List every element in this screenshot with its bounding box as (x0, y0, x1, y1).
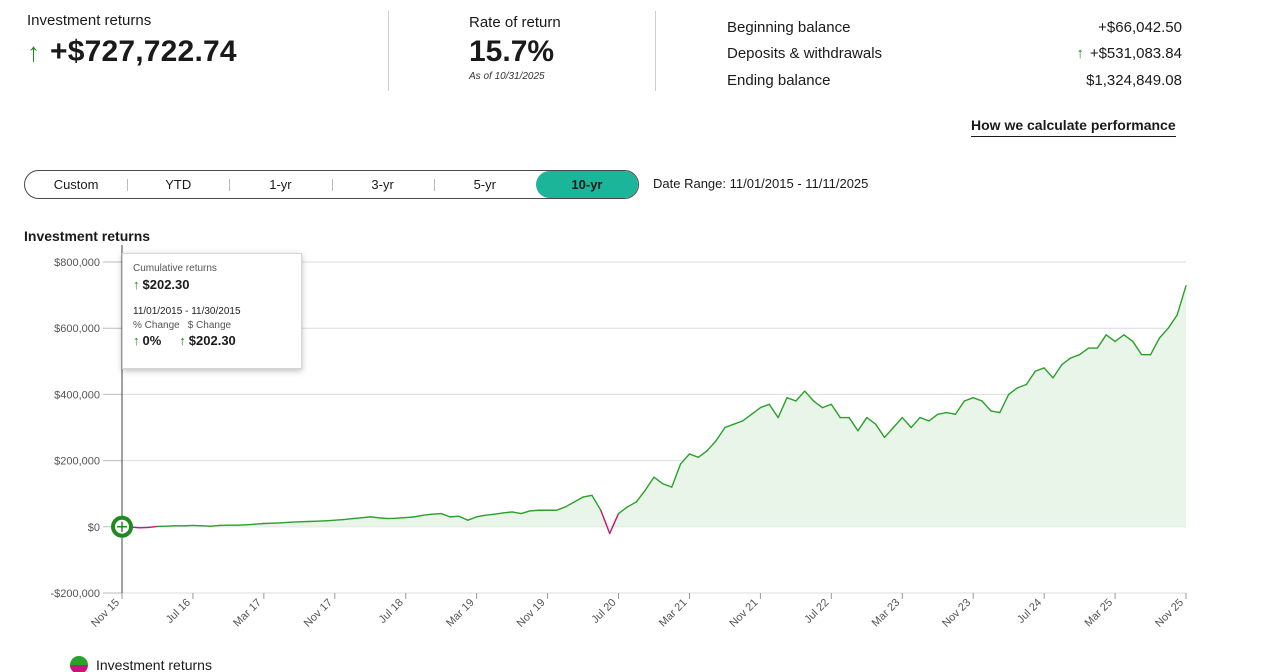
x-tick-label: Mar 17 (231, 597, 264, 630)
y-tick-label: $400,000 (54, 389, 100, 401)
tooltip-pct-change-value: 0% (142, 333, 162, 348)
deposits-withdrawals-value: +$531,083.84 (1089, 45, 1182, 63)
tooltip-cumulative-label: Cumulative returns (133, 263, 217, 274)
series-line-segment (449, 515, 460, 518)
beginning-balance-label: Beginning balance (727, 18, 851, 36)
x-tick-label: Mar 21 (657, 597, 690, 630)
x-tick-label: Jul 24 (1015, 597, 1044, 626)
x-tick-label: Nov 19 (515, 597, 548, 630)
x-tick-label: Nov 25 (1153, 597, 1186, 630)
y-tick-label: -$200,000 (50, 588, 100, 600)
series-line-segment (369, 516, 380, 519)
tooltip-dollar-change-value: $202.30 (188, 333, 236, 348)
x-tick-label: Nov 21 (727, 597, 760, 630)
up-arrow-icon: ↑ (133, 277, 140, 292)
series-line-segment (405, 516, 416, 519)
date-range-label: Date Range: 11/01/2015 - 11/11/2025 (653, 176, 869, 191)
series-line-segment (334, 518, 345, 521)
y-tick-label: $800,000 (54, 257, 100, 269)
deposits-withdrawals-label: Deposits & withdrawals (727, 45, 883, 63)
series-line-segment (147, 525, 159, 529)
range-custom-button[interactable]: Custom (25, 171, 127, 198)
summary-header: Investment returns ↑ +$727,722.74 Rate o… (0, 0, 1280, 100)
x-tick-label: Jul 16 (164, 597, 193, 626)
investment-returns-label: Investment returns (27, 12, 152, 29)
range-5yr-button[interactable]: 5-yr (433, 171, 536, 198)
chart-title: Investment returns (24, 228, 151, 244)
divider (388, 11, 389, 91)
y-tick-label: $200,000 (54, 456, 100, 468)
series-line-segment (396, 516, 407, 519)
range-1yr-button[interactable]: 1-yr (229, 171, 331, 198)
investment-returns-summary: Investment returns ↑ +$727,722.74 (27, 12, 237, 69)
series-line-segment (351, 517, 363, 520)
tooltip-dollar-change-label: $ Change (187, 320, 232, 331)
beginning-balance-row: Beginning balance +$66,042.50 (727, 14, 1182, 41)
ending-balance-label: Ending balance (727, 71, 831, 89)
series-line-segment (422, 513, 434, 516)
series-line-segment (378, 517, 389, 520)
ending-balance-row: Ending balance $1,324,849.08 (727, 67, 1182, 94)
series-line-segment (360, 516, 371, 519)
chart-legend[interactable]: Investment returns (70, 656, 212, 672)
tooltip-pct-change-label: % Change (133, 320, 180, 331)
series-line-segment (502, 511, 513, 514)
range-10yr-button[interactable]: 10-yr (535, 171, 638, 198)
up-arrow-icon: ↑ (179, 333, 186, 348)
rate-as-of-date: As of 10/31/2025 (469, 71, 545, 82)
series-line-segment (280, 521, 292, 524)
tooltip-cumulative-value: $202.30 (142, 277, 190, 292)
y-tick-label: $600,000 (54, 323, 100, 335)
x-tick-label: Jul 22 (802, 597, 831, 626)
up-arrow-icon: ↑ (1076, 45, 1084, 63)
up-arrow-icon: ↑ (133, 333, 140, 348)
rate-of-return-summary: Rate of return 15.7% As of 10/31/2025 (469, 14, 561, 82)
x-tick-label: Nov 17 (302, 597, 335, 630)
x-tick-label: Jul 18 (377, 597, 406, 626)
deposits-withdrawals-row: Deposits & withdrawals ↑ +$531,083.84 (727, 41, 1182, 68)
investment-returns-value: +$727,722.74 (50, 35, 237, 68)
series-line-segment (342, 517, 354, 521)
up-arrow-icon: ↑ (27, 37, 40, 67)
rate-of-return-value: 15.7% (469, 35, 555, 68)
x-tick-label: Jul 20 (589, 597, 618, 626)
series-line-segment (209, 524, 221, 527)
chart-tooltip: Cumulative returns ↑ $202.30 11/01/2015 … (122, 253, 302, 369)
rate-of-return-label: Rate of return (469, 14, 561, 31)
x-tick-label: Nov 23 (940, 597, 973, 630)
x-tick-label: Mar 23 (870, 597, 903, 630)
x-tick-label: Mar 19 (444, 597, 477, 630)
series-line-segment (254, 522, 265, 525)
how-we-calculate-link[interactable]: How we calculate performance (971, 117, 1176, 137)
y-tick-label: $0 (88, 522, 100, 534)
x-tick-label: Nov 15 (89, 597, 122, 630)
series-line-segment (245, 523, 256, 526)
series-line-segment (431, 512, 442, 515)
ending-balance-value: $1,324,849.08 (1086, 71, 1182, 89)
legend-label: Investment returns (96, 657, 212, 672)
series-line-segment (325, 519, 336, 522)
series-line-segment (529, 509, 540, 512)
tooltip-period: 11/01/2015 - 11/30/2015 (133, 306, 241, 317)
x-tick-label: Mar 25 (1082, 597, 1115, 630)
balances-summary: Beginning balance +$66,042.50 Deposits &… (727, 14, 1182, 94)
legend-swatch-icon (70, 656, 88, 672)
range-3yr-button[interactable]: 3-yr (331, 171, 434, 198)
range-ytd-button[interactable]: YTD (127, 171, 229, 198)
divider (655, 11, 656, 91)
time-range-selector: Custom YTD 1-yr 3-yr 5-yr 10-yr (24, 170, 639, 199)
beginning-balance-value: +$66,042.50 (1098, 18, 1182, 36)
series-line-segment (484, 513, 496, 516)
